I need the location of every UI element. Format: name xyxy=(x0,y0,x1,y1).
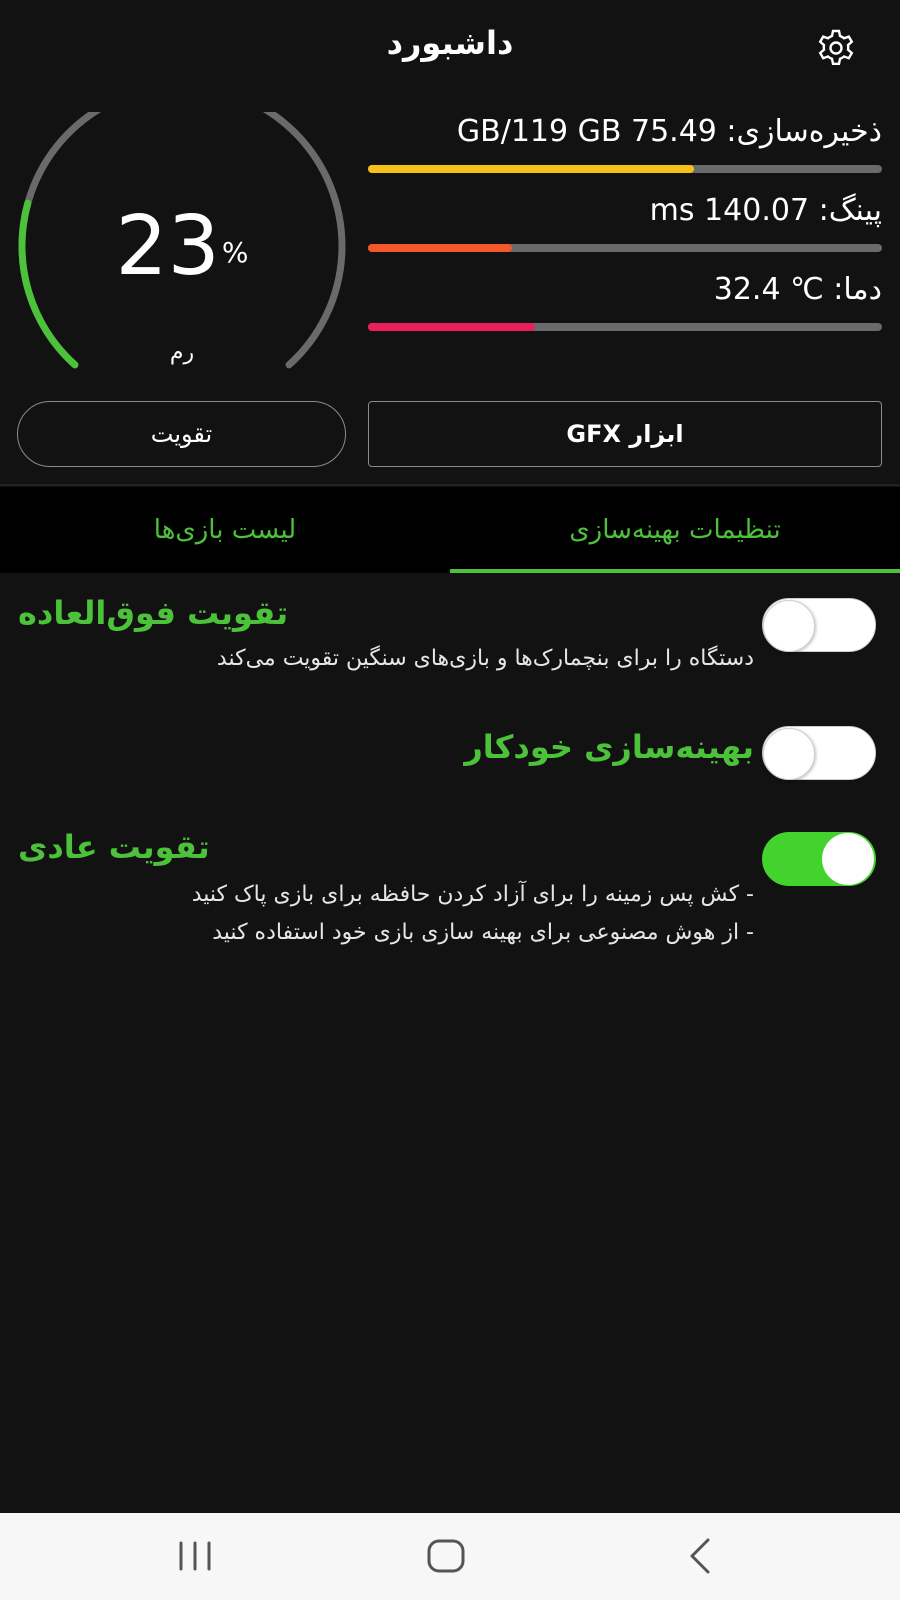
toggle-knob xyxy=(822,833,874,885)
storage-stat: ذخیره‌سازی: GB/119 GB 75.49 xyxy=(368,112,882,173)
ping-bar-fill xyxy=(368,244,512,252)
ping-text: پینگ: ms 140.07 xyxy=(649,193,882,228)
toggle-knob xyxy=(763,600,815,652)
normal-boost-setting: تقویت عادی - کش پس زمینه را برای آزاد کر… xyxy=(0,826,900,956)
ping-stat: پینگ: ms 140.07 xyxy=(368,191,882,252)
normal-boost-description-line1: - کش پس زمینه را برای آزاد کردن حافظه بر… xyxy=(191,882,754,907)
gfx-tool-button[interactable]: ابزار GFX xyxy=(368,401,882,467)
tab-indicator xyxy=(450,569,900,573)
storage-bar-fill xyxy=(368,165,694,173)
page-title: داشبورد xyxy=(386,24,514,62)
ram-gauge: 23% رم xyxy=(14,112,350,382)
auto-optimize-setting: بهینه‌سازی خودکار xyxy=(0,718,900,798)
gear-icon[interactable] xyxy=(816,28,856,68)
normal-boost-description-line2: - از هوش مصنوعی برای بهینه سازی بازی خود… xyxy=(212,920,754,945)
boost-button[interactable]: تقویت xyxy=(17,401,346,467)
temperature-text: دما: ℃ 32.4 xyxy=(713,272,882,307)
temperature-stat: دما: ℃ 32.4 xyxy=(368,270,882,331)
normal-boost-toggle[interactable] xyxy=(762,832,876,886)
back-icon[interactable] xyxy=(670,1531,730,1581)
divider xyxy=(0,484,900,486)
storage-text: ذخیره‌سازی: GB/119 GB 75.49 xyxy=(456,114,882,149)
auto-optimize-title: بهینه‌سازی خودکار xyxy=(464,728,754,766)
normal-boost-title: تقویت عادی xyxy=(18,828,210,866)
ping-bar xyxy=(368,244,882,252)
system-navigation-bar xyxy=(0,1513,900,1600)
auto-optimize-toggle[interactable] xyxy=(762,726,876,780)
temperature-bar-fill xyxy=(368,323,535,331)
tab-game-list[interactable]: لیست بازی‌ها xyxy=(0,487,450,573)
toggle-knob xyxy=(763,728,815,780)
tab-bar: لیست بازی‌ها تنظیمات بهینه‌سازی xyxy=(0,487,900,573)
gauge-unit: % xyxy=(221,236,249,269)
gauge-value: 23% xyxy=(115,199,249,294)
app-header: داشبورد xyxy=(0,0,900,96)
gauge-label: رم xyxy=(169,340,195,365)
super-boost-toggle[interactable] xyxy=(762,598,876,652)
storage-bar xyxy=(368,165,882,173)
home-icon[interactable] xyxy=(416,1531,476,1581)
super-boost-setting: تقویت فوق‌العاده دستگاه را برای بنچمارک‌… xyxy=(0,590,900,690)
super-boost-description: دستگاه را برای بنچمارک‌ها و بازی‌های سنگ… xyxy=(216,646,754,671)
tab-optimization-settings[interactable]: تنظیمات بهینه‌سازی xyxy=(450,487,900,573)
temperature-bar xyxy=(368,323,882,331)
recents-icon[interactable] xyxy=(165,1531,225,1581)
super-boost-title: تقویت فوق‌العاده xyxy=(18,594,289,632)
